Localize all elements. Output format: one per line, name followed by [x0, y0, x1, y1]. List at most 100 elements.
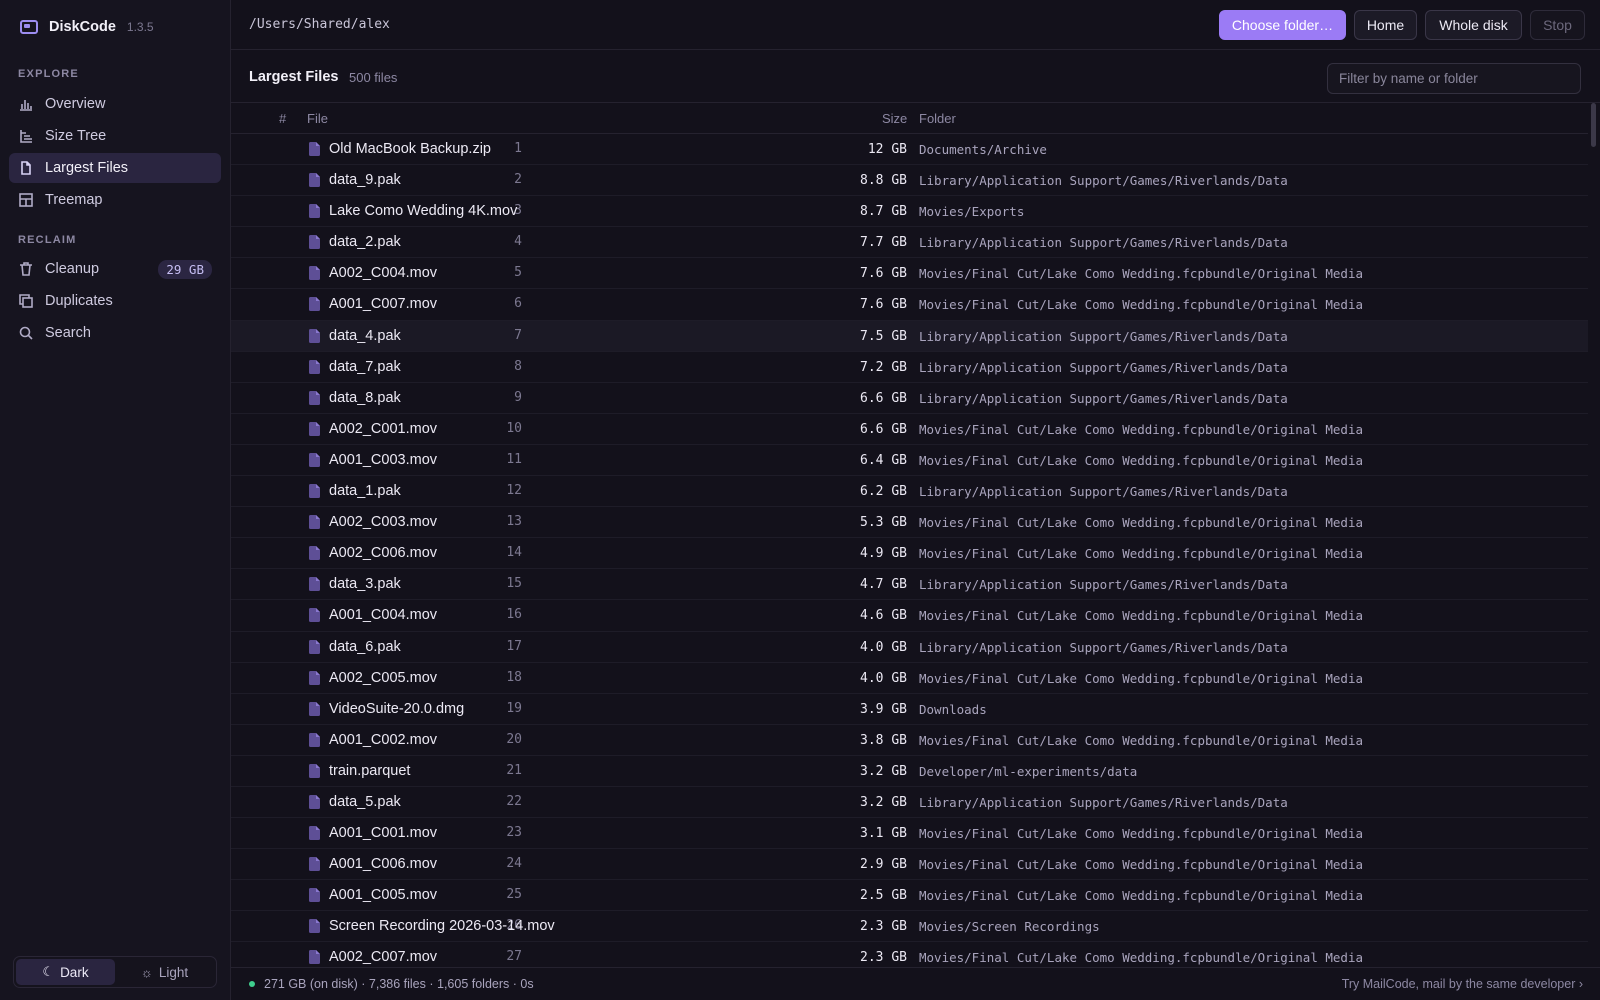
- theme-light-button[interactable]: ☼ Light: [115, 959, 214, 985]
- file-name: A002_C007.mov: [329, 949, 438, 966]
- table-row[interactable]: 6 A001_C007.mov 7.6 GB Movies/Final Cut/Lak…: [231, 289, 1588, 321]
- table-row[interactable]: 8 data_7.pak 7.2 GB Library/Application Sup…: [231, 352, 1588, 383]
- file-size: 7.7 GB: [860, 235, 907, 251]
- file-folder: Movies/Final Cut/Lake Como Wedding.fcpbu…: [919, 546, 1364, 562]
- home-button[interactable]: Home: [1354, 10, 1417, 40]
- table-row[interactable]: 15 data_3.pak 4.7 GB Library/Application Su…: [231, 569, 1588, 601]
- table-row[interactable]: 4 data_2.pak 7.7 GB Library/Application Sup…: [231, 227, 1588, 259]
- file-size: 4.6 GB: [860, 608, 907, 624]
- table-row[interactable]: 20 A001_C002.mov 3.8 GB Movies/Final Cut/La…: [231, 725, 1588, 756]
- column-header-folder[interactable]: Folder: [919, 111, 956, 126]
- table-row[interactable]: 13 A002_C003.mov 5.3 GB Movies/Final Cut/La…: [231, 507, 1588, 539]
- scrollbar-thumb[interactable]: [1591, 103, 1596, 147]
- table-row[interactable]: 22 data_5.pak 3.2 GB Library/Application Su…: [231, 787, 1588, 819]
- table-row[interactable]: 18 A002_C005.mov 4.0 GB Movies/Final Cut/La…: [231, 663, 1588, 694]
- row-number: 18: [506, 669, 522, 685]
- table-row[interactable]: 10 A002_C001.mov 6.6 GB Movies/Final Cut/La…: [231, 414, 1588, 445]
- file-icon: [309, 421, 320, 436]
- table-row[interactable]: 17 data_6.pak 4.0 GB Library/Application Su…: [231, 632, 1588, 663]
- sidebar: DiskCode 1.3.5 EXPLORE Overview Size Tre…: [0, 0, 231, 1000]
- table-row[interactable]: 21 train.parquet 3.2 GB Developer/ml-experi…: [231, 756, 1588, 787]
- table-row[interactable]: 3 Lake Como Wedding 4K.mov 8.7 GB Movies/Ex…: [231, 196, 1588, 228]
- table-row[interactable]: 12 data_1.pak 6.2 GB Library/Application Su…: [231, 476, 1588, 508]
- sidebar-item-treemap[interactable]: Treemap: [9, 185, 221, 215]
- file-folder: Movies/Final Cut/Lake Como Wedding.fcpbu…: [919, 297, 1364, 313]
- file-folder: Movies/Final Cut/Lake Como Wedding.fcpbu…: [919, 950, 1364, 966]
- sidebar-item-duplicates[interactable]: Duplicates: [9, 286, 221, 316]
- file-icon: [309, 328, 320, 343]
- file-folder: Library/Application Support/Games/Riverl…: [919, 359, 1288, 375]
- table-row[interactable]: 16 A001_C004.mov 4.6 GB Movies/Final Cut/La…: [231, 600, 1588, 632]
- file-name: train.parquet: [329, 762, 411, 779]
- table-row[interactable]: 2 data_9.pak 8.8 GB Library/Application Sup…: [231, 165, 1588, 197]
- table-row[interactable]: 23 A001_C001.mov 3.1 GB Movies/Final Cut/La…: [231, 818, 1588, 850]
- file-folder: Movies/Screen Recordings: [919, 919, 1100, 935]
- theme-dark-button[interactable]: ☾ Dark: [16, 959, 115, 985]
- file-name: data_8.pak: [329, 389, 401, 406]
- file-name: A001_C004.mov: [329, 607, 438, 624]
- whole-disk-button[interactable]: Whole disk: [1425, 10, 1522, 40]
- file-name: data_6.pak: [329, 638, 401, 655]
- table-row[interactable]: 7 data_4.pak 7.5 GB Library/Application Sup…: [231, 320, 1588, 352]
- trash-icon: [19, 262, 33, 276]
- row-number: 9: [514, 389, 522, 405]
- file-icon: [309, 297, 320, 312]
- sidebar-item-largest-files[interactable]: Largest Files: [9, 153, 221, 183]
- file-icon: [309, 763, 320, 778]
- app-name: DiskCode: [49, 19, 116, 35]
- sidebar-item-overview[interactable]: Overview: [9, 89, 221, 119]
- table-row[interactable]: 24 A001_C006.mov 2.9 GB Movies/Final Cut/La…: [231, 849, 1588, 881]
- filter-input[interactable]: [1327, 63, 1581, 94]
- choose-folder-button[interactable]: Choose folder…: [1219, 10, 1346, 40]
- file-size: 4.0 GB: [860, 670, 907, 686]
- table-row[interactable]: 25 A001_C005.mov 2.5 GB Movies/Final Cut/La…: [231, 880, 1588, 912]
- table-row[interactable]: 26 Screen Recording 2026-03-14.mov 2.3 GB M…: [231, 911, 1588, 943]
- file-icon: [309, 888, 320, 903]
- table-row[interactable]: 9 data_8.pak 6.6 GB Library/Application Sup…: [231, 383, 1588, 414]
- row-number: 20: [506, 731, 522, 747]
- sidebar-item-label: Largest Files: [45, 160, 129, 176]
- column-header-file[interactable]: File: [307, 111, 328, 126]
- file-name: data_1.pak: [329, 483, 401, 500]
- file-folder: Library/Application Support/Games/Riverl…: [919, 484, 1288, 500]
- row-number: 17: [506, 638, 522, 654]
- column-header-size[interactable]: Size: [882, 111, 907, 126]
- file-icon: [309, 452, 320, 467]
- stop-button[interactable]: Stop: [1530, 10, 1585, 40]
- promo-link[interactable]: Try MailCode, mail by the same developer…: [1342, 977, 1583, 991]
- file-folder: Movies/Final Cut/Lake Como Wedding.fcpbu…: [919, 452, 1364, 468]
- file-folder: Library/Application Support/Games/Riverl…: [919, 390, 1288, 406]
- file-name: A001_C002.mov: [329, 731, 438, 748]
- row-number: 10: [506, 420, 522, 436]
- scrollbar[interactable]: [1590, 103, 1598, 967]
- sidebar-item-search[interactable]: Search: [9, 318, 221, 348]
- table-row[interactable]: 1 Old MacBook Backup.zip 12 GB Documents/Ar…: [231, 134, 1588, 166]
- file-size: 7.2 GB: [860, 359, 907, 375]
- file-size: 6.4 GB: [860, 452, 907, 468]
- file-icon: [309, 359, 320, 374]
- status-indicator: [249, 981, 255, 987]
- grid-icon: [19, 193, 33, 207]
- file-size: 2.3 GB: [860, 950, 907, 966]
- sidebar-item-cleanup[interactable]: Cleanup 29 GB: [9, 254, 221, 284]
- file-icon: [309, 826, 320, 841]
- file-icon: [309, 266, 320, 281]
- sidebar-item-size-tree[interactable]: Size Tree: [9, 121, 221, 151]
- table-row[interactable]: 27 A002_C007.mov 2.3 GB Movies/Final Cut/La…: [231, 942, 1588, 967]
- file-name: Screen Recording 2026-03-14.mov: [329, 918, 555, 935]
- file-size: 7.5 GB: [860, 328, 907, 344]
- sidebar-item-label: Search: [45, 325, 91, 341]
- file-name: data_4.pak: [329, 327, 401, 344]
- file-folder: Movies/Final Cut/Lake Como Wedding.fcpbu…: [919, 266, 1364, 282]
- table-row[interactable]: 19 VideoSuite-20.0.dmg 3.9 GB Downloads: [231, 694, 1588, 725]
- table-row[interactable]: 5 A002_C004.mov 7.6 GB Movies/Final Cut/Lak…: [231, 258, 1588, 290]
- table-row[interactable]: 14 A002_C006.mov 4.9 GB Movies/Final Cut/La…: [231, 538, 1588, 570]
- file-name: A001_C006.mov: [329, 856, 438, 873]
- status-bar: 271 GB (on disk) · 7,386 files · 1,605 f…: [231, 967, 1600, 1000]
- file-folder: Library/Application Support/Games/Riverl…: [919, 328, 1288, 344]
- file-size: 4.9 GB: [860, 546, 907, 562]
- theme-dark-label: Dark: [60, 964, 89, 980]
- sidebar-item-label: Duplicates: [45, 293, 113, 309]
- brand: DiskCode 1.3.5: [20, 17, 154, 37]
- table-row[interactable]: 11 A001_C003.mov 6.4 GB Movies/Final Cut/La…: [231, 445, 1588, 477]
